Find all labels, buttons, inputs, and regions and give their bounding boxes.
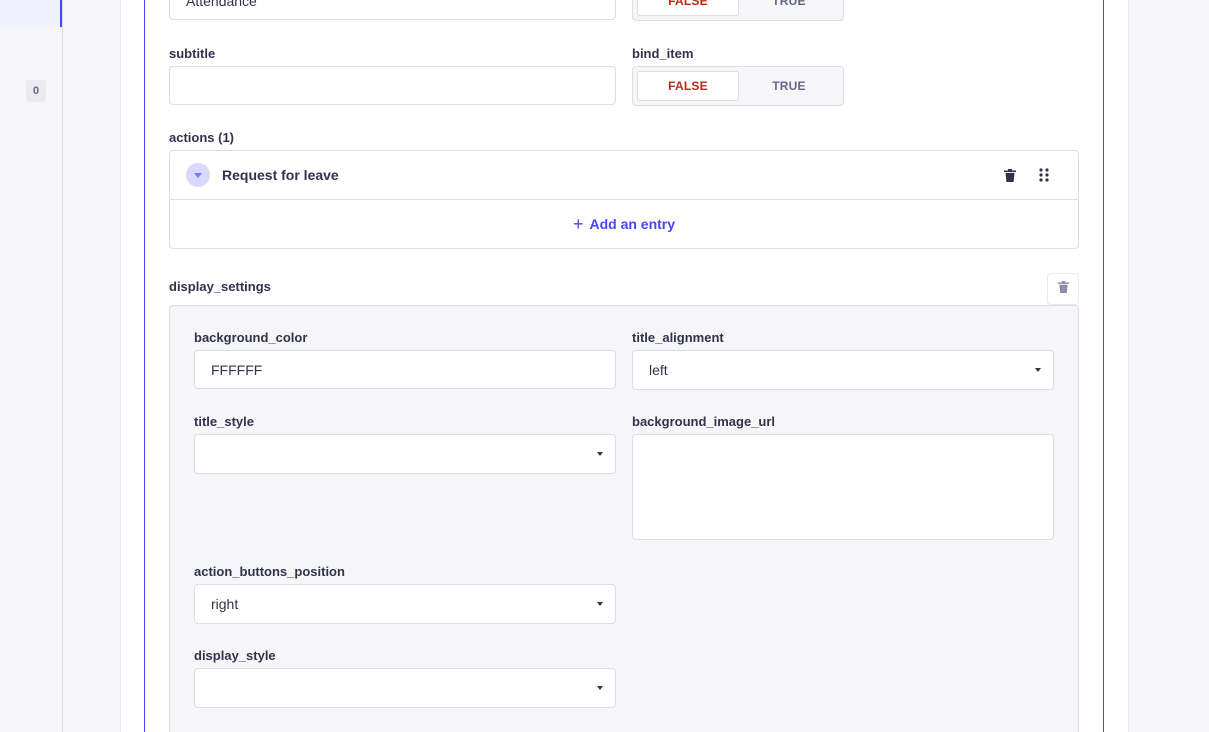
toggle-false-option[interactable]: FALSE	[637, 71, 739, 101]
chevron-down-icon[interactable]	[186, 163, 210, 187]
background-image-url-textarea[interactable]	[632, 434, 1054, 540]
actions-repeatable: Request for leave + Add an entry	[169, 150, 1079, 249]
chevron-down-icon	[1035, 368, 1041, 372]
action-buttons-position-label: action_buttons_position	[194, 564, 345, 579]
title-style-select[interactable]	[194, 434, 616, 474]
drag-handle-icon[interactable]	[1034, 165, 1054, 185]
background-color-input[interactable]: FFFFFF	[194, 350, 616, 389]
subtitle-input[interactable]	[169, 66, 616, 105]
plus-icon: +	[572, 214, 584, 234]
rail-active-item[interactable]	[0, 0, 62, 27]
title-alignment-label: title_alignment	[632, 330, 724, 345]
chevron-down-icon	[597, 452, 603, 456]
action-entry[interactable]: Request for leave	[170, 151, 1078, 200]
display-style-label: display_style	[194, 648, 276, 663]
add-entry-button[interactable]: + Add an entry	[170, 200, 1078, 248]
subtitle-label: subtitle	[169, 46, 216, 61]
left-rail: 0	[0, 0, 63, 732]
toggle-true-option[interactable]: TRUE	[739, 71, 839, 101]
bind-item-toggle[interactable]: FALSE TRUE	[632, 66, 844, 106]
background-color-value: FFFFFF	[211, 361, 263, 378]
trash-icon[interactable]	[1000, 165, 1020, 185]
toggle-true-option[interactable]: TRUE	[739, 0, 839, 16]
action-buttons-position-value: right	[211, 596, 239, 612]
title-input-value: Attendance	[186, 0, 257, 9]
background-color-label: background_color	[194, 330, 308, 345]
title-alignment-value: left	[649, 362, 668, 378]
display-settings-label: display_settings	[169, 279, 271, 294]
title-input[interactable]: Attendance	[169, 0, 616, 20]
add-entry-label: Add an entry	[589, 216, 676, 232]
title-style-label: title_style	[194, 414, 254, 429]
display-style-select[interactable]	[194, 668, 616, 708]
delete-component-button[interactable]	[1047, 273, 1079, 305]
action-entry-title: Request for leave	[222, 167, 339, 183]
rail-count-badge: 0	[26, 80, 46, 102]
title-alignment-select[interactable]: left	[632, 350, 1054, 390]
background-image-url-label: background_image_url	[632, 414, 776, 429]
toggle-false-option[interactable]: FALSE	[637, 0, 739, 16]
action-buttons-position-select[interactable]: right	[194, 584, 616, 624]
title-bool-toggle[interactable]: FALSE TRUE	[632, 0, 844, 21]
trash-icon	[1057, 280, 1069, 298]
chevron-down-icon	[597, 686, 603, 690]
actions-label: actions (1)	[169, 130, 235, 145]
bind-item-label: bind_item	[632, 46, 694, 61]
chevron-down-icon	[597, 602, 603, 606]
